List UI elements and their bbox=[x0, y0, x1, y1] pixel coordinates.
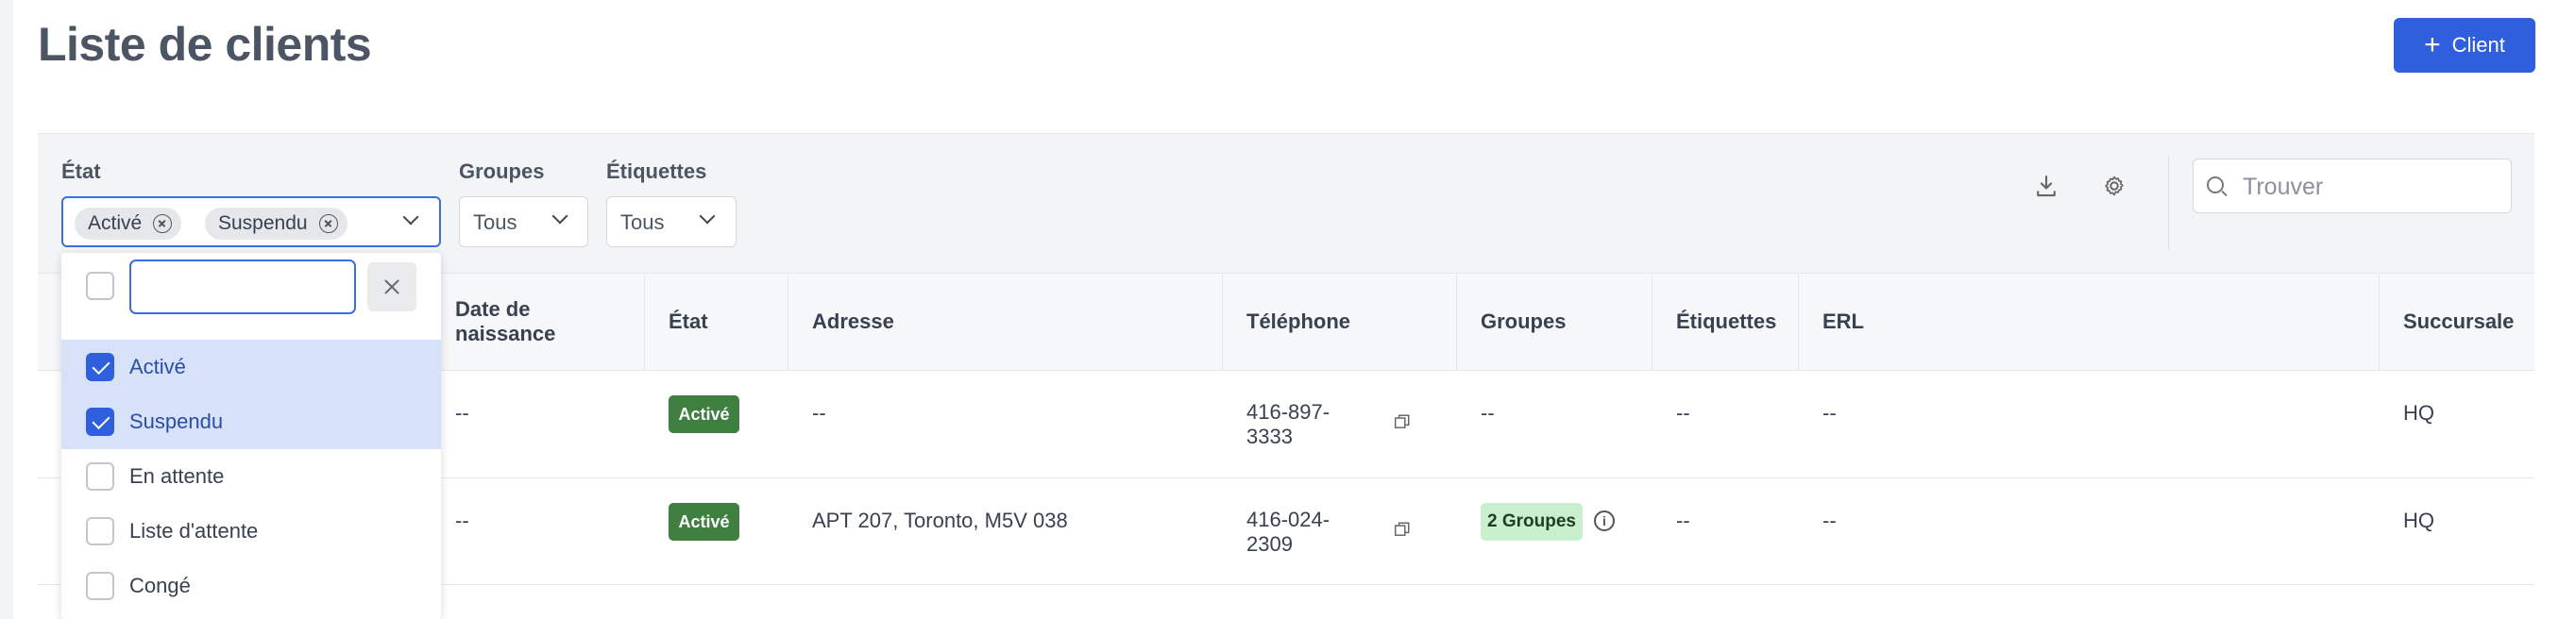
chip-remove-icon[interactable] bbox=[153, 214, 173, 233]
checkbox[interactable] bbox=[86, 462, 114, 491]
column-header-erl[interactable]: ERL bbox=[1822, 310, 1864, 334]
option-label: Congé bbox=[129, 574, 191, 597]
option-pending[interactable]: En attente bbox=[61, 449, 441, 504]
chip-label: Suspendu bbox=[218, 212, 308, 234]
column-header-tags[interactable]: Étiquettes bbox=[1676, 310, 1776, 334]
gear-icon[interactable] bbox=[2100, 172, 2128, 200]
groups-badge[interactable]: 2 Groupes bbox=[1481, 503, 1583, 541]
row2-branch: HQ bbox=[2403, 509, 2434, 532]
row1-groups: -- bbox=[1481, 401, 1495, 425]
clear-search-button[interactable] bbox=[367, 262, 416, 311]
groups-filter-select[interactable]: Tous bbox=[459, 196, 588, 247]
state-filter-label: État bbox=[61, 159, 101, 183]
state-chip-active: Activé bbox=[75, 208, 182, 240]
state-chip-suspended: Suspendu bbox=[205, 208, 347, 240]
copy-icon[interactable] bbox=[1394, 521, 1411, 538]
row1-address: -- bbox=[812, 401, 826, 425]
column-separator bbox=[644, 273, 645, 371]
option-active[interactable]: Activé bbox=[61, 340, 441, 394]
column-separator bbox=[1798, 273, 1799, 371]
chip-remove-icon[interactable] bbox=[318, 214, 338, 233]
column-header-groups[interactable]: Groupes bbox=[1481, 310, 1566, 334]
row1-birthdate: -- bbox=[455, 401, 469, 425]
tags-filter-label: Étiquettes bbox=[606, 159, 707, 183]
info-icon[interactable]: i bbox=[1594, 510, 1615, 531]
copy-icon[interactable] bbox=[1394, 413, 1411, 430]
search-icon bbox=[2207, 176, 2224, 193]
column-separator bbox=[2379, 273, 2380, 371]
row1-branch: HQ bbox=[2403, 401, 2434, 425]
checkbox[interactable] bbox=[86, 517, 114, 545]
chip-label: Activé bbox=[88, 212, 143, 234]
option-label: En attente bbox=[129, 464, 225, 488]
option-waitlist[interactable]: Liste d'attente bbox=[61, 504, 441, 559]
option-suspended[interactable]: Suspendu bbox=[61, 394, 441, 449]
plus-icon: + bbox=[2424, 29, 2441, 60]
chevron-down-icon bbox=[402, 209, 419, 226]
page-title: Liste de clients bbox=[38, 18, 372, 71]
state-dropdown-menu: Activé Suspendu En attente Liste d'atten… bbox=[61, 253, 441, 619]
dropdown-search-input[interactable] bbox=[129, 259, 356, 314]
groups-filter-label: Groupes bbox=[459, 159, 545, 183]
column-separator bbox=[1222, 273, 1223, 371]
search-input[interactable]: Trouver bbox=[2193, 159, 2512, 213]
checkbox[interactable] bbox=[86, 572, 114, 600]
option-label: Suspendu bbox=[129, 410, 224, 433]
row2-phone: 416-024-2309 bbox=[1246, 508, 1330, 556]
column-header-address[interactable]: Adresse bbox=[812, 310, 894, 334]
option-label: Activé bbox=[129, 355, 186, 378]
column-header-phone[interactable]: Téléphone bbox=[1246, 310, 1350, 334]
option-leave[interactable]: Congé bbox=[61, 559, 441, 613]
page-left-strip bbox=[0, 0, 13, 619]
toolbar-divider bbox=[2168, 156, 2169, 250]
tags-filter-value: Tous bbox=[620, 210, 665, 234]
row2-tags: -- bbox=[1676, 509, 1690, 532]
row1-phone: 416-897-3333 bbox=[1246, 400, 1330, 448]
chevron-down-icon bbox=[551, 208, 568, 225]
search-placeholder: Trouver bbox=[2243, 174, 2324, 200]
add-client-label: Client bbox=[2451, 33, 2505, 57]
groups-filter-value: Tous bbox=[473, 210, 517, 234]
row1-tags: -- bbox=[1676, 401, 1690, 425]
status-badge: Activé bbox=[669, 395, 739, 433]
option-label: Liste d'attente bbox=[129, 519, 259, 543]
state-filter-select[interactable]: Activé Suspendu bbox=[61, 196, 441, 247]
column-header-birthdate[interactable]: Date de naissance bbox=[455, 297, 606, 346]
row2-erl: -- bbox=[1822, 509, 1837, 532]
column-separator bbox=[1456, 273, 1457, 371]
add-client-button[interactable]: + Client bbox=[2394, 18, 2535, 73]
row1-erl: -- bbox=[1822, 401, 1837, 425]
tags-filter-select[interactable]: Tous bbox=[606, 196, 737, 247]
row2-address: APT 207, Toronto, M5V 038 bbox=[812, 509, 1068, 532]
row2-birthdate: -- bbox=[455, 509, 469, 532]
column-header-state[interactable]: État bbox=[669, 310, 708, 334]
checkbox-checked[interactable] bbox=[86, 408, 114, 436]
download-icon[interactable] bbox=[2032, 172, 2060, 200]
chevron-down-icon bbox=[699, 208, 716, 225]
checkbox-checked[interactable] bbox=[86, 353, 114, 381]
select-all-checkbox[interactable] bbox=[86, 272, 114, 300]
status-badge: Activé bbox=[669, 503, 739, 541]
column-header-branch[interactable]: Succursale bbox=[2403, 310, 2514, 334]
